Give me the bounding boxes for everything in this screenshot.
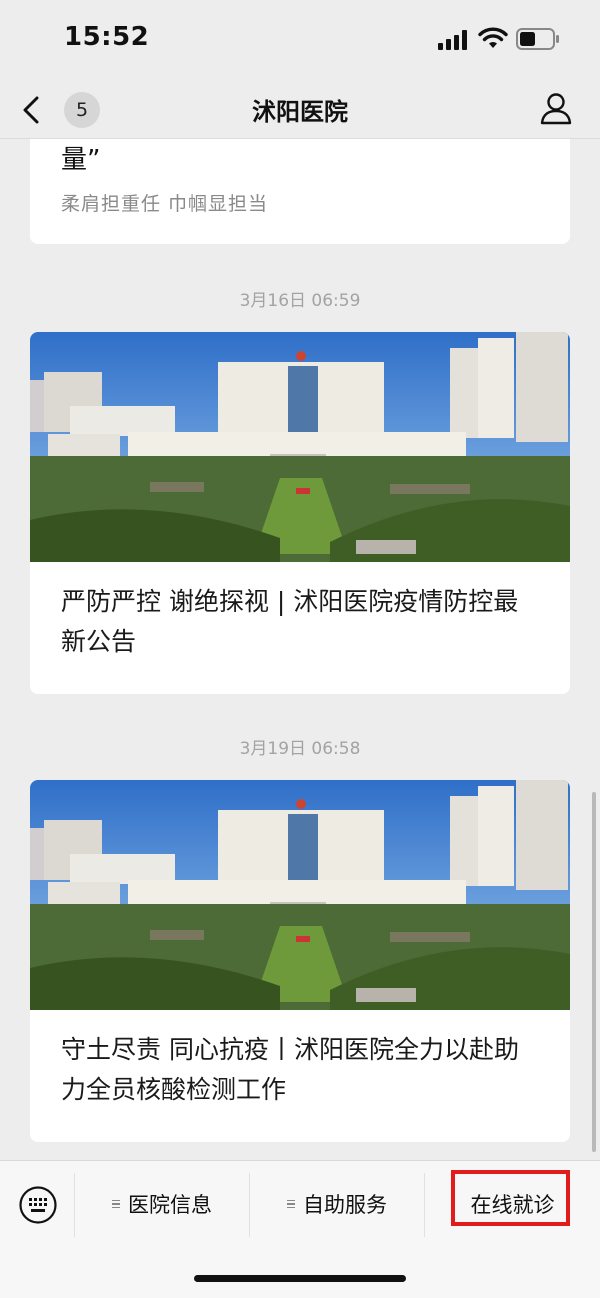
scrollbar[interactable] [592, 792, 596, 1152]
article-cover-image [30, 332, 570, 562]
home-indicator[interactable] [194, 1275, 406, 1282]
status-bar: 15:52 [0, 0, 600, 80]
menu-hamburger-icon [287, 1198, 295, 1211]
status-time: 15:52 [64, 22, 150, 52]
back-chevron-icon [23, 96, 39, 124]
highlight-box [451, 1170, 570, 1226]
menu-item-label: 自助服务 [303, 1193, 387, 1217]
article-subtitle: 柔肩担重任 巾帼显担当 [61, 193, 269, 215]
article-card[interactable]: 守土尽责 同心抗疫丨沭阳医院全力以赴助力全员核酸检测工作 [30, 780, 570, 1142]
home-area [0, 1247, 600, 1298]
wifi-icon [478, 27, 508, 48]
menu-hamburger-icon [112, 1198, 120, 1211]
back-button[interactable]: 5 [16, 86, 106, 132]
battery-icon [516, 28, 559, 50]
message-timestamp: 3月16日 06:59 [239, 291, 361, 311]
message-timestamp: 3月19日 06:58 [239, 739, 361, 759]
menu-item-label: 医院信息 [128, 1193, 212, 1217]
menu-hospital-info[interactable]: 医院信息 [75, 1161, 249, 1247]
article-card[interactable]: 量” 柔肩担重任 巾帼显担当 [30, 139, 570, 244]
message-feed[interactable]: 量” 柔肩担重任 巾帼显担当 3月16日 06:59 严防严控 谢绝探视 | 沭… [0, 139, 600, 1160]
nav-bar: 5 沭阳医院 [0, 80, 600, 139]
page-title: 沭阳医院 [252, 98, 348, 126]
signal-icon [438, 30, 467, 50]
user-profile-icon[interactable] [538, 90, 574, 126]
article-headline: 守土尽责 同心抗疫丨沭阳医院全力以赴助力全员核酸检测工作 [61, 1035, 519, 1104]
unread-count-badge: 5 [64, 92, 100, 128]
article-headline: 严防严控 谢绝探视 | 沭阳医院疫情防控最新公告 [61, 587, 519, 656]
article-card[interactable]: 严防严控 谢绝探视 | 沭阳医院疫情防控最新公告 [30, 332, 570, 694]
article-cover-image [30, 780, 570, 1010]
article-title: 量” [61, 145, 101, 175]
keyboard-icon[interactable] [18, 1185, 58, 1225]
menu-self-service[interactable]: 自助服务 [250, 1161, 424, 1247]
